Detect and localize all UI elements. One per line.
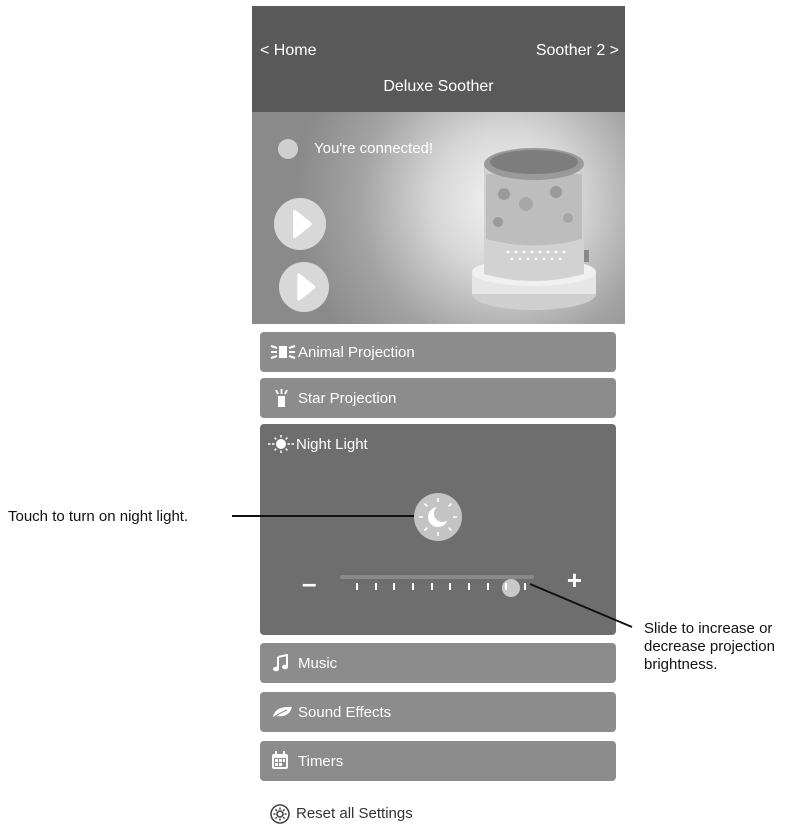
slider-tick [449, 583, 452, 590]
slider-ticks [356, 583, 526, 591]
slider-callout: Slide to increase or decrease projection… [644, 620, 775, 674]
slider-tick [412, 583, 414, 590]
slider-callout-line-1: Slide to increase or [644, 620, 773, 637]
slider-tick [356, 583, 358, 590]
slider-tick [374, 583, 377, 590]
soother-device-image [472, 148, 596, 310]
calendar-icon [272, 751, 288, 769]
animal-projection-label: Animal Projection [298, 344, 415, 361]
slider-tick [468, 583, 470, 590]
timers-panel[interactable]: Timers [260, 741, 616, 781]
animal-projection-panel[interactable]: Animal Projection [260, 332, 616, 372]
slider-tick [505, 583, 508, 590]
night-light-toggle-button[interactable] [410, 489, 466, 545]
music-note-icon [273, 654, 288, 672]
app-screen: < Home Soother 2 > Deluxe Soother You're… [252, 6, 625, 827]
reset-settings-label: Reset all Settings [296, 805, 413, 822]
slider-tick [430, 583, 433, 590]
sound-effects-label: Sound Effects [298, 704, 392, 721]
play-button-2[interactable] [279, 262, 329, 312]
star-projection-panel[interactable]: Star Projection [260, 378, 616, 418]
play-button-1[interactable] [274, 198, 326, 250]
slider-tick [524, 583, 526, 590]
slider-tick [486, 583, 489, 590]
gear-icon [270, 804, 290, 824]
music-panel[interactable]: Music [260, 643, 616, 683]
page-title: Deluxe Soother [383, 78, 494, 95]
app-header: < Home Soother 2 > Deluxe Soother [252, 6, 625, 112]
sound-effects-panel[interactable]: Sound Effects [260, 692, 616, 732]
home-back-link[interactable]: < Home [260, 42, 316, 60]
slider-track[interactable] [340, 575, 534, 597]
slider-callout-line-3: brightness. [644, 656, 718, 673]
connection-status-icon [278, 139, 298, 159]
play-icon [293, 210, 312, 238]
brightness-decrease-button[interactable]: – [302, 570, 316, 596]
night-light-header[interactable]: Night Light [260, 424, 616, 464]
brightness-increase-button[interactable]: + [567, 567, 582, 593]
moon-icon [434, 505, 451, 522]
brightness-slider[interactable]: – + [298, 564, 586, 604]
night-light-panel: Night Light – + [260, 424, 616, 635]
star-projection-label: Star Projection [298, 390, 397, 407]
soother-2-link[interactable]: Soother 2 > [536, 42, 619, 60]
night-light-callout: Touch to turn on night light. [8, 508, 189, 525]
star-projection-icon [275, 389, 288, 407]
leaf-icon [271, 706, 292, 720]
sun-icon [268, 435, 294, 453]
animal-projection-icon [270, 345, 296, 359]
slider-tick [393, 583, 396, 590]
connection-status-text: You're connected! [314, 140, 434, 157]
device-hero: You're connected! [252, 112, 625, 324]
play-icon [297, 273, 316, 301]
slider-callout-line-2: decrease projection [644, 638, 775, 655]
night-light-label: Night Light [296, 436, 368, 453]
music-label: Music [298, 655, 338, 672]
timers-label: Timers [298, 753, 344, 770]
